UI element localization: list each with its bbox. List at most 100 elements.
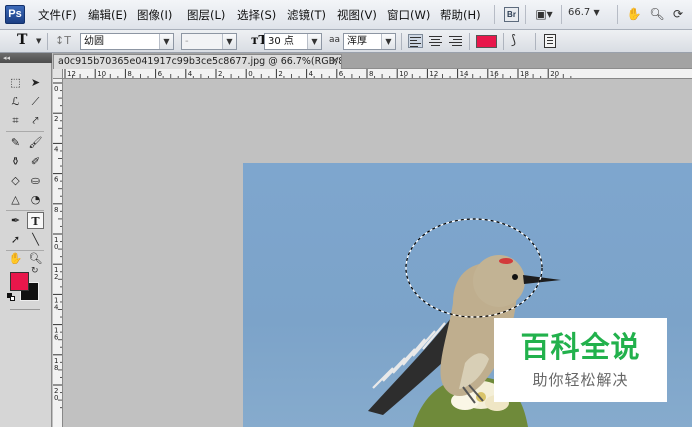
antialias-icon: aa bbox=[329, 35, 341, 45]
type-tool-icon[interactable]: T bbox=[27, 212, 44, 229]
align-center-button[interactable] bbox=[428, 34, 443, 48]
ruler-label: 2 bbox=[54, 273, 58, 281]
line-tool-icon[interactable]: ╲ bbox=[27, 231, 44, 248]
menu-help[interactable]: 帮助(H) bbox=[440, 7, 481, 23]
text-orientation-icon[interactable]: ↕T bbox=[55, 34, 71, 47]
dodge-tool-icon[interactable]: ◔ bbox=[27, 191, 44, 208]
toolbox-collapse-grip[interactable]: ◂◂ bbox=[0, 53, 52, 63]
history-brush-tool-icon[interactable]: ✐ bbox=[27, 153, 44, 170]
align-left-button[interactable] bbox=[408, 34, 423, 48]
zoom-tool-icon[interactable]: 🔍︎ bbox=[27, 250, 44, 267]
ruler-label: 2 bbox=[54, 115, 58, 123]
ruler-label: 10 bbox=[399, 70, 408, 78]
menu-separator bbox=[617, 5, 618, 24]
ruler-label: 12 bbox=[67, 70, 76, 78]
antialias-select[interactable]: 浑厚 ▼ bbox=[343, 33, 396, 50]
vertical-ruler[interactable]: 02468101214161820 bbox=[53, 79, 63, 427]
text-tool-preset-icon[interactable]: T bbox=[17, 32, 27, 48]
bird-eye-shape bbox=[512, 274, 518, 280]
ruler-label: 18 bbox=[520, 70, 529, 78]
align-right-button[interactable] bbox=[448, 34, 463, 48]
document-tab[interactable]: a0c915b70365e041917c99b3ce5c8677.jpg @ 6… bbox=[53, 54, 342, 69]
ruler-label: 8 bbox=[127, 70, 131, 78]
rotate-view-icon[interactable]: ⟳ bbox=[670, 5, 686, 24]
clone-stamp-tool-icon[interactable]: ⚱ bbox=[7, 153, 24, 170]
hand-tool-icon[interactable]: ✋ bbox=[626, 5, 642, 24]
options-bar: T ▼ ↕T 幼圆 ▼ - ▼ ᴛT 30 点 ▼ aa 浑厚 ▼ ⟆ bbox=[0, 30, 692, 53]
font-size-select[interactable]: 30 点 ▼ bbox=[264, 33, 322, 50]
lasso-tool-icon[interactable]: ℒ bbox=[7, 93, 24, 110]
magic-wand-tool-icon[interactable]: ⟋ bbox=[27, 93, 44, 110]
path-selection-tool-icon[interactable]: ➚ bbox=[7, 231, 24, 248]
menu-edit[interactable]: 编辑(E) bbox=[88, 7, 127, 23]
ruler-label: 0 bbox=[248, 70, 252, 78]
eyedropper-tool-icon[interactable]: ⤤ bbox=[27, 112, 44, 129]
font-family-select[interactable]: 幼圆 ▼ bbox=[80, 33, 174, 50]
chevron-down-icon: ▼ bbox=[593, 8, 600, 17]
ruler-origin[interactable] bbox=[53, 69, 63, 79]
menu-image[interactable]: 图像(I) bbox=[137, 7, 172, 23]
font-style-select[interactable]: - ▼ bbox=[181, 33, 237, 50]
toolbox-separator bbox=[10, 309, 40, 310]
chevron-down-icon: ▼ bbox=[159, 34, 173, 49]
foreground-color-swatch[interactable] bbox=[10, 272, 29, 291]
eraser-tool-icon[interactable]: ◇ bbox=[7, 172, 24, 189]
chevron-down-icon: ▼ bbox=[381, 34, 395, 49]
brush-tool-icon[interactable]: 🖌︎ bbox=[27, 134, 44, 151]
options-separator bbox=[535, 33, 536, 50]
chevron-down-icon: ▼ bbox=[222, 34, 236, 49]
antialias-value: 浑厚 bbox=[347, 36, 367, 47]
hand-tool-icon[interactable]: ✋ bbox=[7, 250, 24, 267]
menu-separator bbox=[561, 5, 562, 24]
menu-separator bbox=[494, 5, 495, 24]
default-colors-icon[interactable] bbox=[7, 293, 15, 301]
bridge-icon[interactable]: Br bbox=[504, 7, 519, 22]
healing-brush-tool-icon[interactable]: ✎ bbox=[7, 134, 24, 151]
font-style-value: - bbox=[185, 36, 189, 47]
ruler-label: 2 bbox=[218, 70, 222, 78]
menu-layer[interactable]: 图层(L) bbox=[187, 7, 225, 23]
document-title: a0c915b70365e041917c99b3ce5c8677.jpg @ 6… bbox=[58, 56, 342, 67]
ruler-label: 0 bbox=[54, 243, 58, 251]
photoshop-logo[interactable]: Ps bbox=[5, 5, 25, 24]
ruler-label: 6 bbox=[54, 334, 59, 342]
bird-beak-shape bbox=[523, 275, 561, 284]
swap-colors-icon[interactable]: ↻ bbox=[31, 266, 39, 276]
ruler-label: 4 bbox=[309, 70, 314, 78]
paint-bucket-tool-icon[interactable]: ⛀ bbox=[27, 172, 44, 189]
text-color-swatch[interactable] bbox=[476, 35, 497, 48]
horizontal-ruler[interactable]: 12 10 8 6 4 2 0 2 4 6 8 10 12 14 16 18 20 bbox=[63, 69, 692, 79]
pen-tool-icon[interactable]: ✒ bbox=[7, 212, 24, 229]
chevron-down-icon[interactable]: ▼ bbox=[36, 37, 41, 45]
close-icon[interactable]: × bbox=[331, 55, 339, 68]
ruler-label: 14 bbox=[460, 70, 469, 78]
toolbox: ◂◂ ⬚ ➤ ℒ ⟋ ⌗ ⤤ ✎ 🖌︎ ⚱ ✐ ◇ ⛀ △ ◔ ✒ T ➚ ╲ … bbox=[0, 53, 52, 427]
ruler-label: 8 bbox=[54, 364, 58, 372]
menu-separator bbox=[525, 5, 526, 24]
menu-file[interactable]: 文件(F) bbox=[38, 7, 77, 23]
font-size-value: 30 点 bbox=[268, 36, 294, 47]
menu-select[interactable]: 选择(S) bbox=[237, 7, 276, 23]
menu-window[interactable]: 窗口(W) bbox=[387, 7, 430, 23]
ruler-label: 20 bbox=[550, 70, 559, 78]
marquee-tool-icon[interactable]: ⬚ bbox=[7, 74, 24, 91]
screen-mode-icon[interactable]: ▣▾ bbox=[532, 5, 556, 24]
options-separator bbox=[401, 33, 402, 50]
warp-text-icon[interactable]: ⟆ bbox=[511, 33, 516, 48]
ruler-label: 16 bbox=[490, 70, 499, 78]
ruler-label: 4 bbox=[188, 70, 193, 78]
blur-tool-icon[interactable]: △ bbox=[7, 191, 24, 208]
zoom-level-dropdown[interactable]: 66.7 ▼ bbox=[568, 7, 600, 18]
zoom-tool-icon[interactable]: 🔍︎ bbox=[649, 5, 665, 24]
crop-tool-icon[interactable]: ⌗ bbox=[7, 112, 24, 129]
horizontal-ruler-ticks: 12 10 8 6 4 2 0 2 4 6 8 10 12 14 16 18 20 bbox=[64, 69, 572, 78]
watermark-logo: 百科全说 助你轻松解决 bbox=[494, 318, 667, 402]
move-tool-icon[interactable]: ➤ bbox=[27, 74, 44, 91]
toolbox-separator bbox=[6, 210, 44, 211]
ruler-label: 6 bbox=[339, 70, 344, 78]
toolbox-separator bbox=[6, 131, 44, 132]
menu-filter[interactable]: 滤镜(T) bbox=[287, 7, 326, 23]
ruler-label: 0 bbox=[54, 85, 58, 93]
menu-view[interactable]: 视图(V) bbox=[337, 7, 377, 23]
character-panel-icon[interactable] bbox=[544, 34, 556, 48]
